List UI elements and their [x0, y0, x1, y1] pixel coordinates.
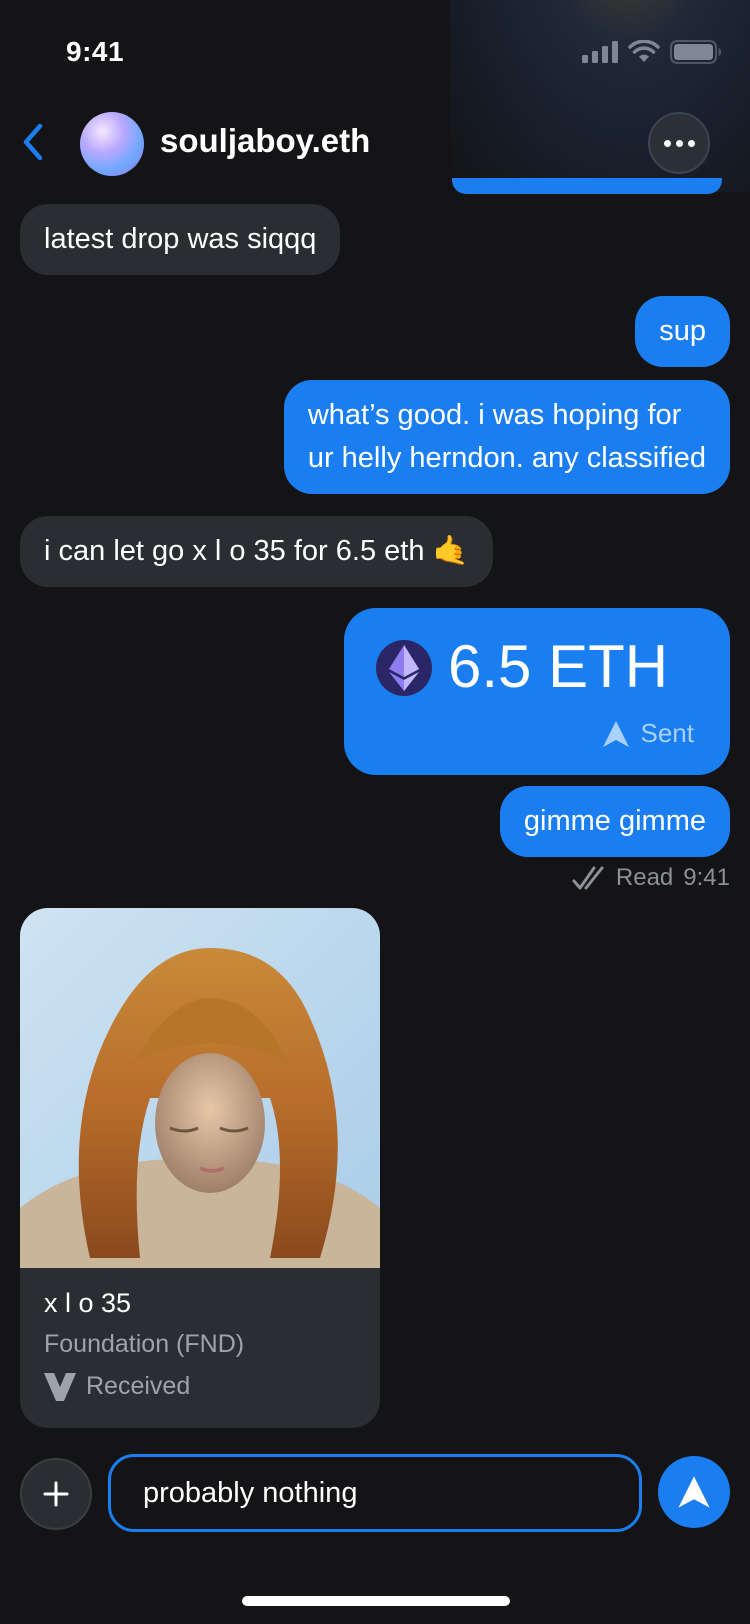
read-receipt: Read 9:41: [572, 864, 730, 892]
ethereum-icon: [376, 640, 432, 696]
message-incoming[interactable]: i can let go x l o 35 for 6.5 eth 🤙: [20, 516, 493, 587]
double-check-icon: [572, 866, 604, 890]
message-outgoing[interactable]: gimme gimme: [499, 786, 730, 857]
payment-bubble[interactable]: 6.5 ETH Sent: [344, 608, 730, 775]
payment-status: Sent: [601, 718, 695, 749]
more-icon[interactable]: [648, 112, 710, 174]
message-input[interactable]: [108, 1454, 642, 1532]
read-label: Read: [615, 864, 674, 891]
payment-amount: 6.5 ETH: [448, 633, 669, 700]
plus-icon[interactable]: [20, 1458, 92, 1530]
home-indicator: [242, 1596, 510, 1606]
message-text: gimme gimme: [523, 805, 706, 837]
payment-status-label: Sent: [640, 718, 695, 748]
send-icon: [678, 1476, 710, 1508]
message-composer: [0, 1452, 750, 1532]
nft-collection: Foundation (FND): [44, 1330, 245, 1358]
message-outgoing[interactable]: what’s good. i was hoping for ur helly h…: [283, 380, 730, 494]
message-text: latest drop was siqqq: [44, 223, 317, 255]
read-time: 9:41: [683, 864, 730, 891]
nft-status-label: Received: [86, 1372, 191, 1400]
back-chevron-icon[interactable]: [18, 120, 48, 164]
message-text: sup: [659, 315, 706, 347]
send-icon: [602, 720, 629, 747]
message-incoming[interactable]: latest drop was siqqq: [20, 204, 341, 275]
nft-status: Received: [44, 1372, 190, 1401]
nft-title: x l o 35: [44, 1288, 132, 1318]
message-text: i can let go x l o 35 for 6.5 eth 🤙: [44, 535, 469, 567]
message-outgoing[interactable]: sup: [635, 296, 730, 367]
foundation-icon: [44, 1372, 76, 1401]
nft-card[interactable]: x l o 35 Foundation (FND) Received: [20, 908, 380, 1428]
contact-name[interactable]: souljaboy.eth: [160, 122, 370, 160]
message-text-line: what’s good. i was hoping for: [307, 399, 682, 431]
send-button[interactable]: [658, 1456, 730, 1528]
nft-image[interactable]: [20, 908, 380, 1268]
avatar[interactable]: [80, 112, 144, 176]
chat-header: souljaboy.eth: [0, 100, 750, 195]
message-text-line: ur helly herndon. any classified: [307, 442, 706, 474]
status-time: 9:41: [66, 36, 125, 67]
